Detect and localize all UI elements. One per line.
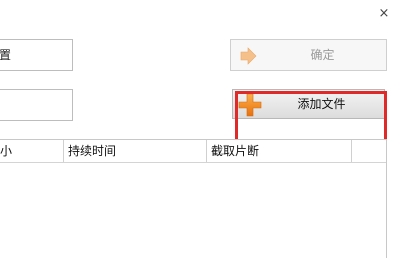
secondary-input-field[interactable] (0, 89, 73, 121)
file-list-table[interactable]: 小 持续时间 截取片断 (0, 139, 387, 258)
table-header: 小 持续时间 截取片断 (0, 140, 386, 163)
column-separator[interactable] (206, 140, 207, 162)
column-header-duration[interactable]: 持续时间 (68, 140, 116, 162)
column-header-clip[interactable]: 截取片断 (211, 140, 259, 162)
close-button[interactable]: × (375, 5, 393, 23)
confirm-button[interactable]: 确定 (230, 39, 387, 71)
column-separator[interactable] (63, 140, 64, 162)
output-setting-field[interactable]: 置 (0, 39, 73, 71)
output-setting-field-text: 置 (0, 48, 12, 62)
close-icon: × (378, 6, 390, 21)
add-file-button[interactable]: 添加文件 (232, 89, 385, 119)
column-separator[interactable] (351, 140, 352, 162)
column-header-size[interactable]: 小 (0, 140, 12, 162)
confirm-button-label: 确定 (310, 48, 335, 62)
add-file-button-label: 添加文件 (297, 97, 346, 111)
